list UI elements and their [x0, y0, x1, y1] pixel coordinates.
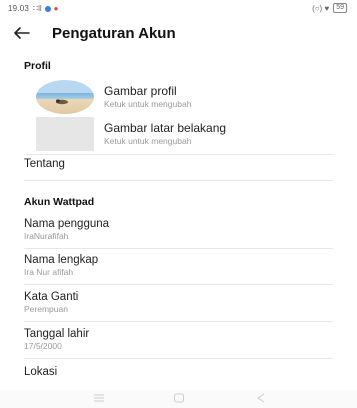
- notification-icon: ●: [53, 4, 59, 13]
- username-label: Nama pengguna: [24, 218, 110, 230]
- location-row[interactable]: Lokasi: [24, 366, 333, 379]
- background-thumbnail: [36, 117, 94, 151]
- app-notification-icon: [44, 5, 51, 12]
- back-button[interactable]: [10, 21, 34, 45]
- divider: [24, 321, 333, 322]
- divider: [24, 154, 333, 155]
- arrow-left-icon: [14, 27, 30, 39]
- fullname-label: Nama lengkap: [24, 254, 99, 266]
- background-picture-row[interactable]: Gambar latar belakang Ketuk untuk mengub…: [36, 117, 333, 153]
- divider: [24, 358, 333, 359]
- status-time: 19.03: [8, 4, 30, 13]
- system-nav-bar: [0, 390, 357, 408]
- status-left-icons: ∷ll ●: [33, 4, 59, 13]
- username-value: IraNurafifah: [24, 231, 69, 241]
- birthdate-label: Tanggal lahir: [24, 328, 90, 340]
- app-bar: Pengaturan Akun: [0, 18, 357, 50]
- location-label: Lokasi: [24, 366, 58, 378]
- home-button[interactable]: [172, 393, 186, 403]
- status-extra-icons: (○) ♥: [312, 3, 330, 13]
- about-label: Tentang: [24, 158, 65, 170]
- back-triangle-icon: [257, 393, 265, 403]
- profile-avatar: [36, 80, 94, 114]
- divider: [24, 284, 333, 285]
- about-row[interactable]: Tentang: [24, 158, 333, 170]
- recent-apps-button[interactable]: [92, 393, 106, 403]
- fullname-row[interactable]: Nama lengkap Ira Nur afifah: [24, 254, 333, 277]
- status-bar: 19.03 ∷ll ● (○) ♥ 59: [0, 0, 357, 18]
- profil-heading: Profil: [24, 60, 51, 72]
- profile-picture-label: Gambar profil: [104, 84, 177, 98]
- fullname-value: Ira Nur afifah: [24, 267, 74, 277]
- system-back-button[interactable]: [254, 393, 268, 403]
- battery-icon: 59: [333, 3, 347, 13]
- birthdate-value: 17/5/2000: [24, 341, 62, 351]
- profile-picture-hint: Ketuk untuk mengubah: [104, 99, 192, 109]
- account-heading: Akun Wattpad: [24, 196, 95, 208]
- signal-icon: ∷ll: [33, 4, 42, 13]
- profile-picture-row[interactable]: Gambar profil Ketuk untuk mengubah: [36, 80, 333, 116]
- page-title: Pengaturan Akun: [52, 25, 176, 42]
- pronoun-label: Kata Ganti: [24, 291, 79, 303]
- username-row[interactable]: Nama pengguna IraNurafifah: [24, 218, 333, 241]
- background-picture-hint: Ketuk untuk mengubah: [104, 136, 192, 146]
- pronoun-value: Perempuan: [24, 304, 68, 314]
- background-picture-label: Gambar latar belakang: [104, 121, 227, 135]
- birthdate-row[interactable]: Tanggal lahir 17/5/2000: [24, 328, 333, 351]
- home-square-icon: [174, 393, 184, 403]
- menu-icon: [94, 394, 104, 402]
- divider: [24, 180, 333, 181]
- pronoun-row[interactable]: Kata Ganti Perempuan: [24, 291, 333, 314]
- divider: [24, 248, 333, 249]
- status-right-icons: (○) ♥ 59: [312, 3, 347, 13]
- beach-photo-icon: [56, 99, 68, 105]
